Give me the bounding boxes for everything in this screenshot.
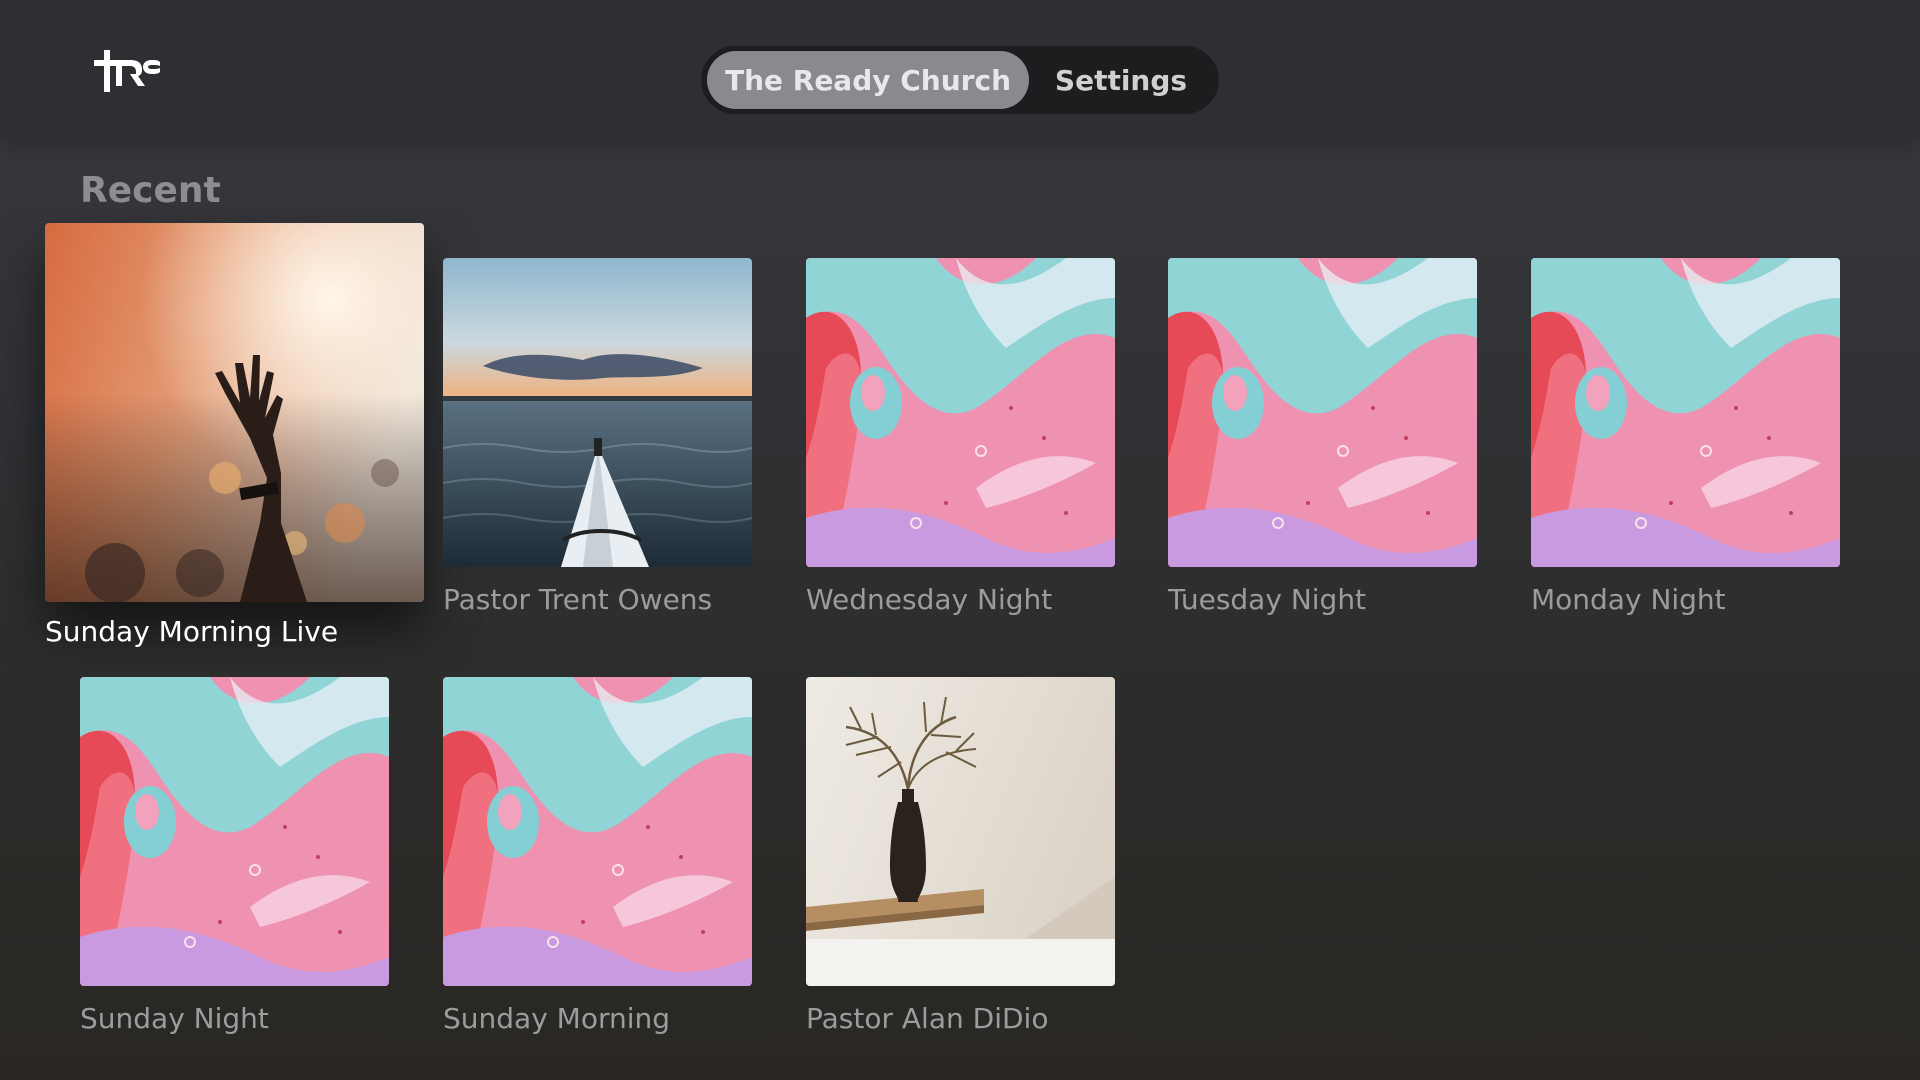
artwork-pink-marble (80, 677, 389, 986)
media-title: Wednesday Night (806, 583, 1053, 616)
artwork-kayak-sunset (443, 258, 752, 567)
media-card-sunday-morning-live[interactable]: Sunday Morning Live (45, 223, 424, 648)
tab-the-ready-church[interactable]: The Ready Church (707, 51, 1029, 109)
media-title: Sunday Morning (443, 1002, 671, 1035)
artwork-pink-marble (443, 677, 752, 986)
media-title: Sunday Morning Live (45, 615, 339, 648)
artwork-worship-hand (45, 223, 424, 602)
media-card-sunday-morning[interactable]: Sunday Morning (443, 677, 752, 1035)
top-tab-bar: The Ready Church Settings (701, 46, 1219, 114)
tab-settings[interactable]: Settings (1029, 51, 1213, 109)
artwork-vase-plant (806, 677, 1115, 986)
artwork-pink-marble (1168, 258, 1477, 567)
media-card-sunday-night[interactable]: Sunday Night (80, 677, 389, 1035)
artwork-pink-marble (806, 258, 1115, 567)
media-title: Tuesday Night (1168, 583, 1367, 616)
trc-logo (92, 48, 162, 94)
top-bar: The Ready Church Settings (0, 0, 1920, 138)
media-title: Sunday Night (80, 1002, 269, 1035)
section-title-recent: Recent (80, 170, 221, 211)
media-card-tuesday-night[interactable]: Tuesday Night (1168, 258, 1477, 616)
artwork-pink-marble (1531, 258, 1840, 567)
media-card-monday-night[interactable]: Monday Night (1531, 258, 1840, 616)
media-card-pastor-alan-didio[interactable]: Pastor Alan DiDio (806, 677, 1115, 1035)
media-title: Pastor Trent Owens (443, 583, 713, 616)
media-title: Monday Night (1531, 583, 1726, 616)
media-card-pastor-trent-owens[interactable]: Pastor Trent Owens (443, 258, 752, 616)
media-title: Pastor Alan DiDio (806, 1002, 1049, 1035)
media-card-wednesday-night[interactable]: Wednesday Night (806, 258, 1115, 616)
